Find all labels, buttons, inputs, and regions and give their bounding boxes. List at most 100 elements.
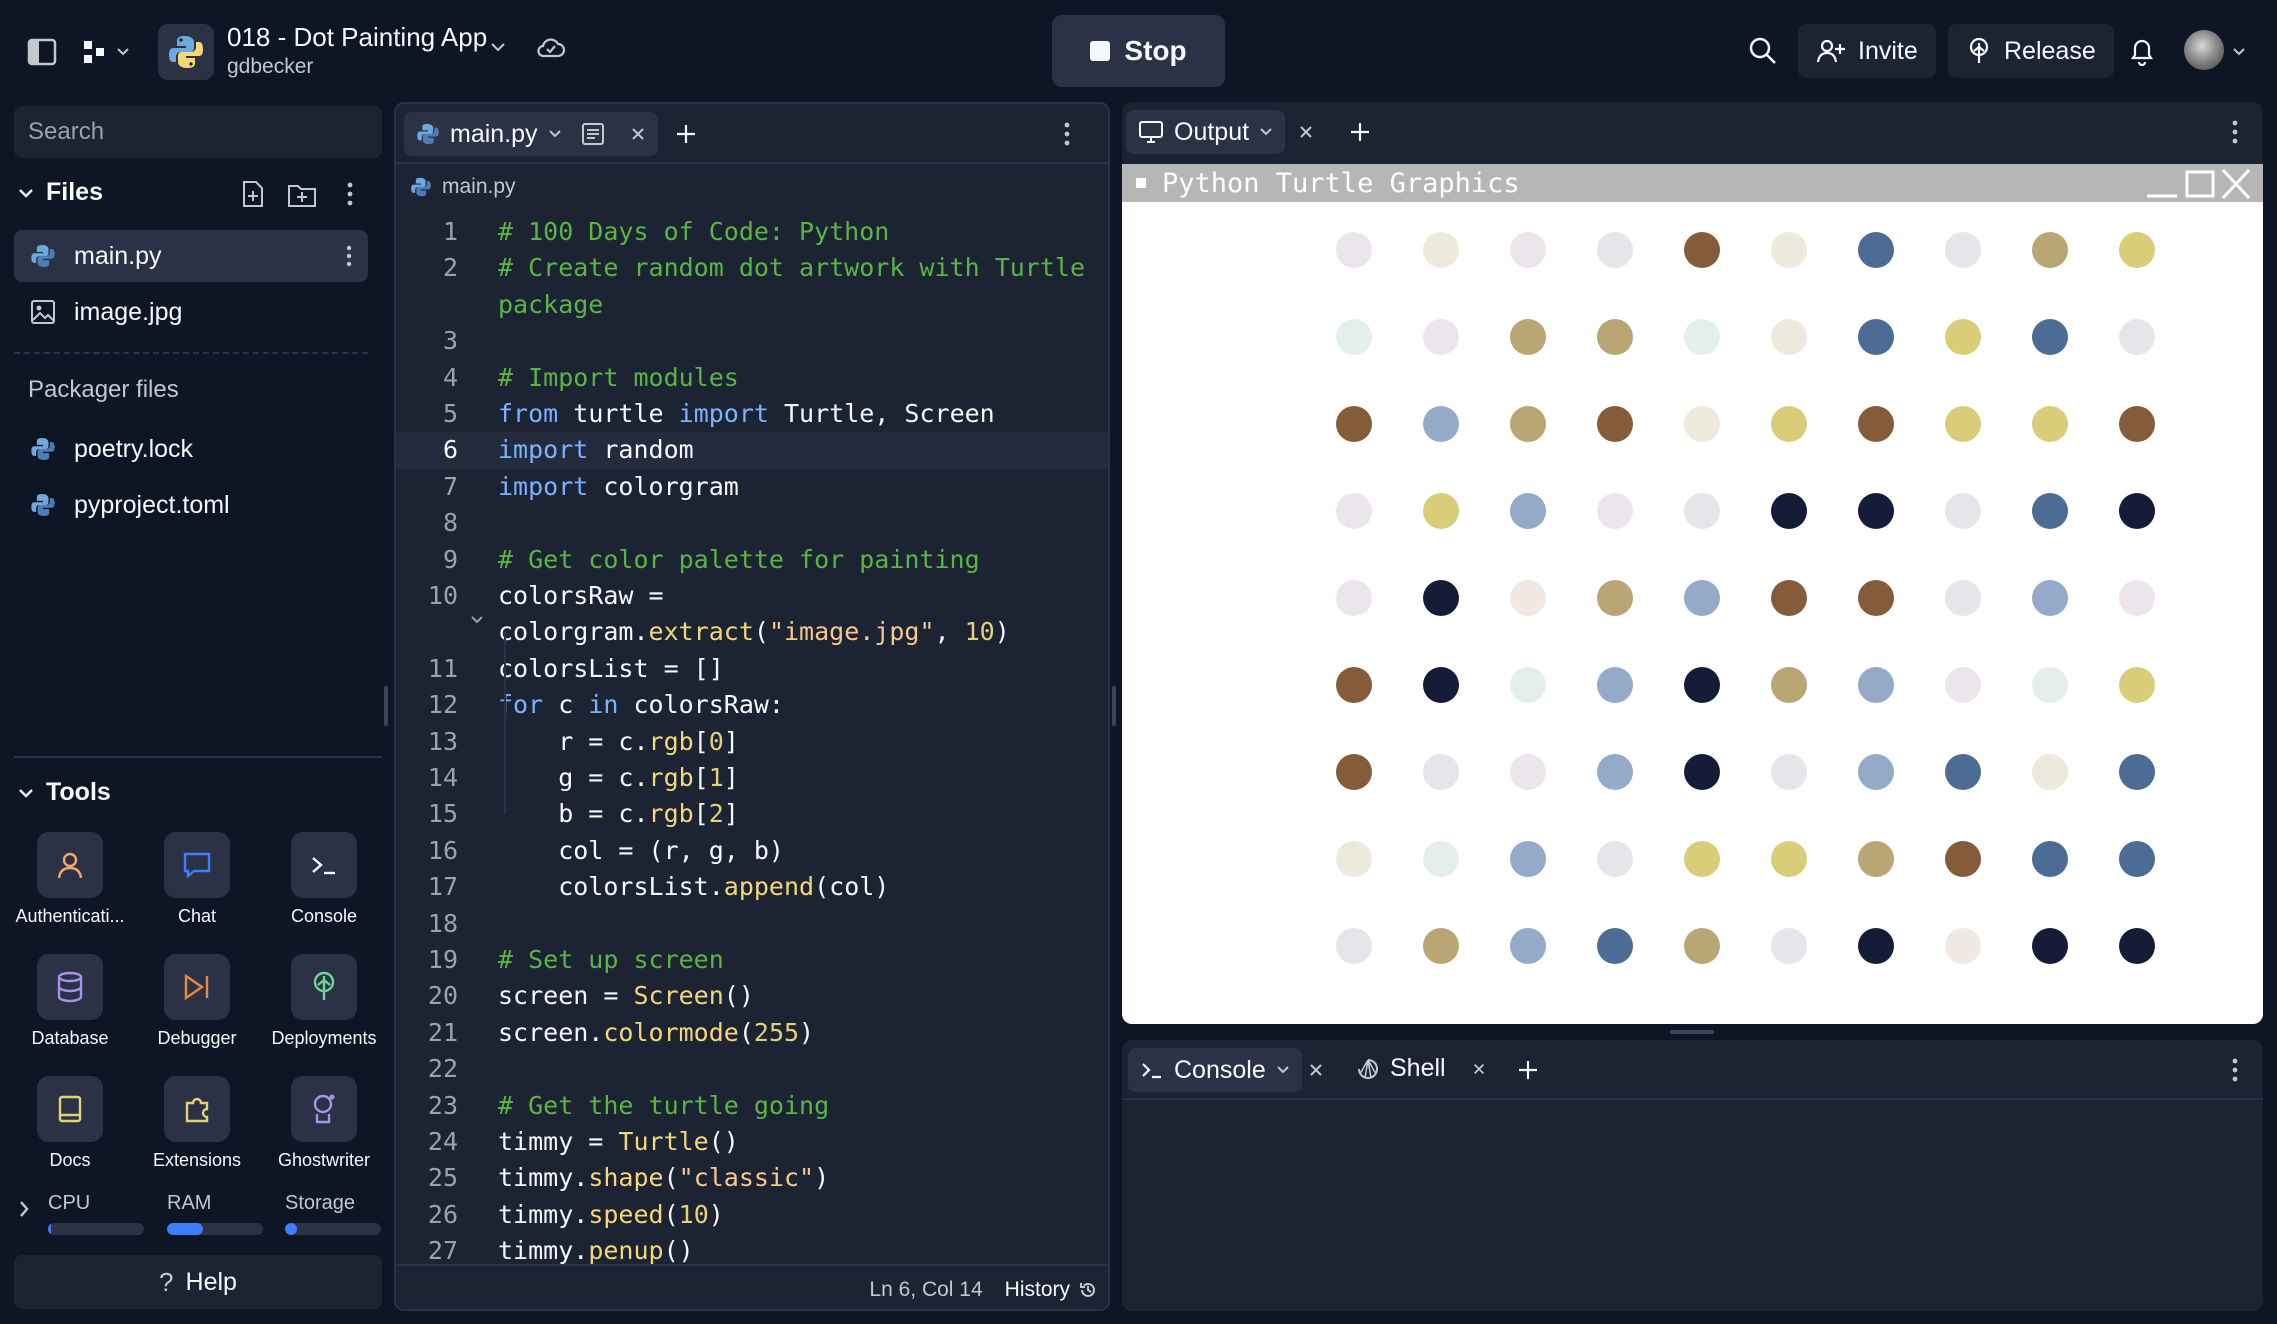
more-vertical-icon[interactable]	[2228, 1056, 2242, 1084]
code-line[interactable]: 27 timmy.penup()	[396, 1233, 1108, 1264]
code-line[interactable]: 3	[396, 323, 1108, 359]
code-line[interactable]: 8	[396, 505, 1108, 541]
turtle-window-titlebar[interactable]: Python Turtle Graphics	[1122, 164, 2263, 202]
close-icon[interactable]	[1472, 1062, 1486, 1076]
tool-docs[interactable]: Docs	[5, 1076, 135, 1171]
close-icon[interactable]	[630, 126, 646, 142]
line-number: 16	[427, 835, 458, 865]
breadcrumb[interactable]: main.py	[396, 164, 1108, 210]
cloud-sync-icon[interactable]	[536, 36, 566, 65]
code-line[interactable]: 10 colorsRaw =	[396, 578, 1108, 614]
tool-extensions[interactable]: Extensions	[132, 1076, 262, 1171]
tool-debugger[interactable]: Debugger	[132, 954, 262, 1049]
code-line[interactable]: 24 timmy = Turtle()	[396, 1124, 1108, 1160]
code-line[interactable]: 18	[396, 906, 1108, 942]
app-title[interactable]: 018 - Dot Painting App	[227, 22, 487, 53]
app-python-logo-icon[interactable]	[158, 24, 214, 80]
search-icon[interactable]	[1748, 36, 1778, 71]
app-owner[interactable]: gdbecker	[227, 55, 313, 79]
tab-main-py[interactable]: main.py	[404, 112, 658, 156]
code-line[interactable]: 5 from turtle import Turtle, Screen	[396, 396, 1108, 432]
close-icon[interactable]	[1308, 1062, 1324, 1078]
code-line[interactable]: 2 # Create random dot artwork with Turtle	[396, 250, 1108, 286]
code-line[interactable]: package	[396, 287, 1108, 323]
paint-dot	[1858, 580, 1894, 616]
code-line[interactable]: 25 timmy.shape("classic")	[396, 1160, 1108, 1196]
fold-chevron-icon[interactable]	[470, 612, 484, 630]
resize-handle[interactable]	[384, 686, 388, 726]
chevron-down-icon[interactable]	[490, 40, 506, 58]
paint-dot	[1858, 928, 1894, 964]
bell-icon[interactable]	[2128, 36, 2156, 71]
code-line[interactable]: 22	[396, 1051, 1108, 1087]
stop-button[interactable]: Stop	[1052, 15, 1225, 87]
more-vertical-icon[interactable]	[342, 244, 356, 268]
history-button[interactable]: History	[1005, 1278, 1098, 1302]
tool-chat[interactable]: Chat	[132, 832, 262, 927]
add-tab-icon[interactable]	[674, 122, 698, 146]
code-text: screen = Screen()	[498, 981, 754, 1011]
file-name: main.py	[74, 241, 162, 270]
window-controls-icon[interactable]	[2143, 168, 2253, 200]
chevron-down-icon[interactable]	[1276, 1065, 1290, 1075]
new-folder-icon[interactable]	[287, 182, 317, 213]
close-icon[interactable]	[1298, 124, 1314, 140]
code-line[interactable]: 7 import colorgram	[396, 469, 1108, 505]
workspace-menu-icon[interactable]	[76, 32, 136, 72]
code-line[interactable]: 21 screen.colormode(255)	[396, 1015, 1108, 1051]
code-text: colorgram.extract("image.jpg", 10)	[498, 617, 1010, 647]
sidebar-toggle-icon[interactable]	[22, 32, 62, 72]
tool-label: Console	[290, 906, 358, 926]
code-line[interactable]: 23 # Get the turtle going	[396, 1088, 1108, 1124]
code-line[interactable]: 17 colorsList.append(col)	[396, 869, 1108, 905]
file-item-poetry-lock[interactable]: poetry.lock	[14, 423, 368, 475]
chevron-down-icon[interactable]	[2232, 44, 2246, 62]
file-item-image-jpg[interactable]: image.jpg	[14, 286, 368, 338]
paint-dot	[1858, 406, 1894, 442]
add-tab-icon[interactable]	[1348, 120, 1372, 144]
code-line[interactable]: 26 timmy.speed(10)	[396, 1197, 1108, 1233]
search-input[interactable]: Search	[14, 106, 382, 158]
ghostwriter-icon	[291, 1076, 357, 1142]
new-file-icon[interactable]	[240, 180, 266, 213]
add-tab-icon[interactable]	[1516, 1058, 1540, 1082]
tool-authentication[interactable]: Authenticati...	[5, 832, 135, 927]
chevron-down-icon[interactable]	[1259, 127, 1273, 137]
resize-handle[interactable]	[1112, 686, 1116, 726]
resize-handle[interactable]	[1670, 1030, 1714, 1034]
more-vertical-icon[interactable]	[2228, 118, 2242, 146]
more-vertical-icon[interactable]	[1060, 120, 1074, 148]
code-line[interactable]: 6 import random	[396, 432, 1108, 469]
tools-section-header[interactable]: Tools	[18, 778, 111, 807]
more-vertical-icon[interactable]	[340, 180, 360, 213]
code-line[interactable]: 9 # Get color palette for painting	[396, 542, 1108, 578]
code-line[interactable]: 1 # 100 Days of Code: Python	[396, 214, 1108, 250]
file-item-main-py[interactable]: main.py	[14, 230, 368, 282]
files-section-header[interactable]: Files	[18, 178, 103, 207]
tab-output[interactable]: Output	[1126, 110, 1286, 154]
code-line[interactable]: 20 screen = Screen()	[396, 978, 1108, 1014]
file-item-pyproject-toml[interactable]: pyproject.toml	[14, 479, 368, 531]
chevron-right-icon[interactable]	[18, 1200, 30, 1223]
code-text: colorsList.append(col)	[498, 872, 890, 902]
cursor-position[interactable]: Ln 6, Col 14	[869, 1278, 982, 1302]
invite-button[interactable]: Invite	[1798, 24, 1936, 78]
document-icon[interactable]	[580, 122, 606, 146]
help-button[interactable]: ? Help	[14, 1255, 382, 1309]
tool-console[interactable]: Console	[259, 832, 389, 927]
console-output[interactable]	[1122, 1100, 2263, 1311]
code-line[interactable]: 16 col = (r, g, b)	[396, 833, 1108, 869]
code-line[interactable]: 4 # Import modules	[396, 360, 1108, 396]
code-line[interactable]: 19 # Set up screen	[396, 942, 1108, 978]
tab-shell[interactable]: Shell	[1356, 1054, 1486, 1083]
line-number: 9	[442, 544, 458, 574]
paint-dot	[1336, 406, 1372, 442]
chevron-down-icon[interactable]	[548, 129, 562, 139]
user-avatar[interactable]	[2184, 30, 2224, 70]
tool-database[interactable]: Database	[5, 954, 135, 1049]
tab-console[interactable]: Console	[1128, 1048, 1302, 1092]
tool-deployments[interactable]: Deployments	[259, 954, 389, 1049]
tool-ghostwriter[interactable]: Ghostwriter	[259, 1076, 389, 1171]
window-menu-icon[interactable]	[1136, 178, 1146, 188]
release-button[interactable]: Release	[1948, 24, 2114, 78]
